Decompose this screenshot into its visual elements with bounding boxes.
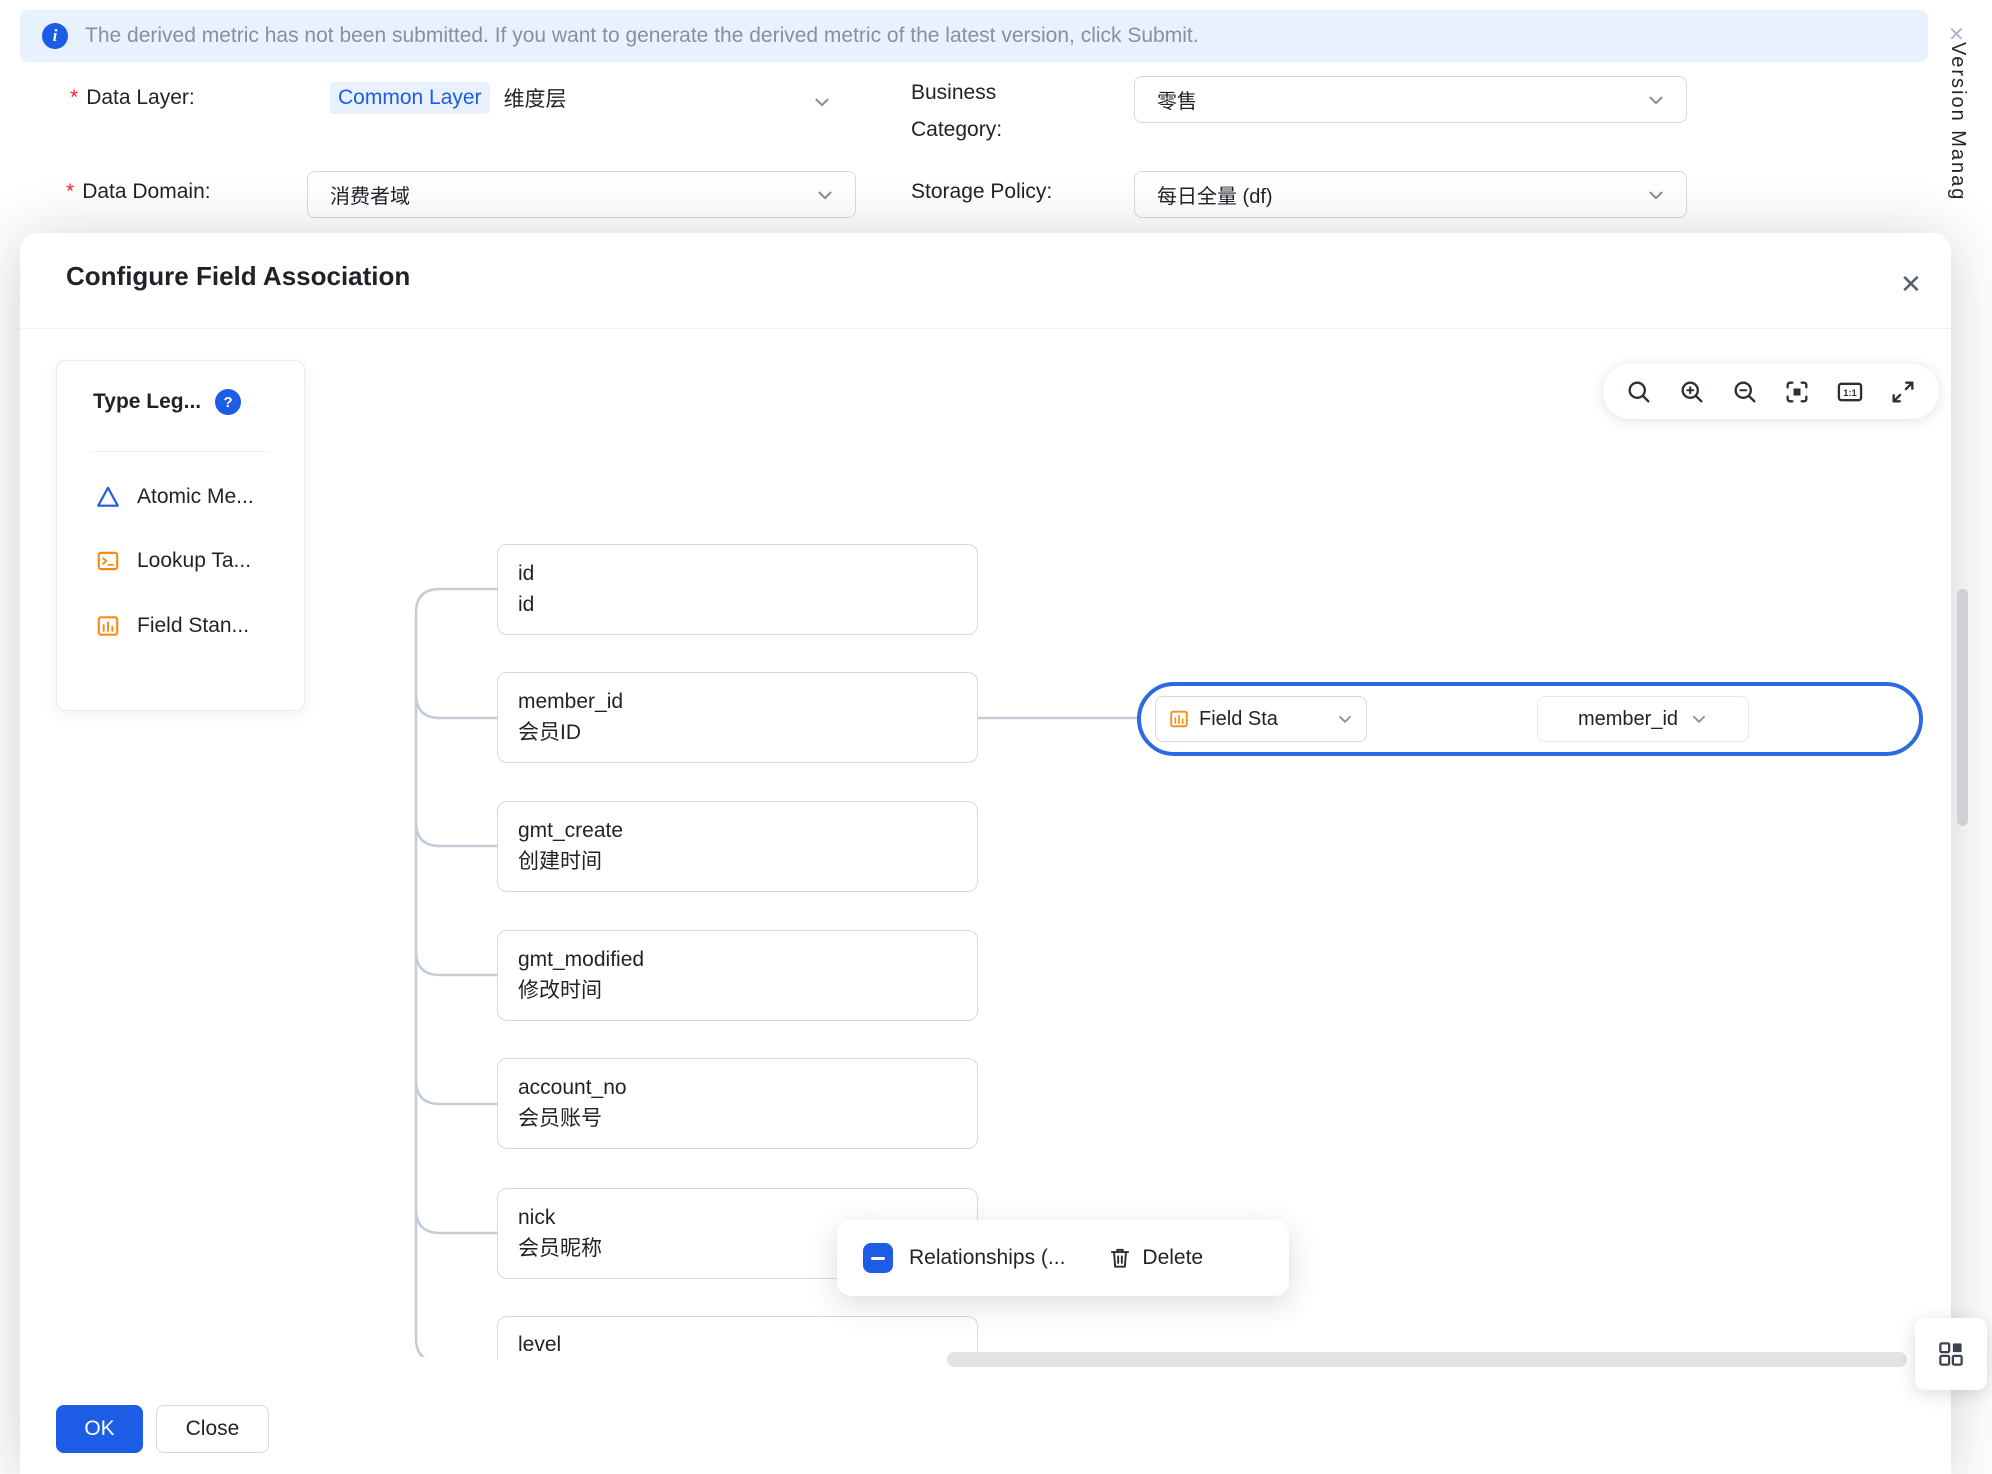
data-layer-value-suffix: 维度层: [504, 83, 567, 113]
field-name: id: [518, 558, 957, 589]
ok-button[interactable]: OK: [56, 1405, 143, 1453]
field-name: member_id: [518, 686, 957, 717]
required-mark: *: [66, 180, 74, 203]
chevron-down-icon: [1690, 710, 1708, 728]
minimap-toggle-button[interactable]: [1915, 1318, 1987, 1390]
data-layer-select[interactable]: Common Layer 维度层: [330, 82, 567, 114]
field-node-id[interactable]: id id: [497, 544, 978, 635]
svg-text:1:1: 1:1: [1843, 388, 1856, 398]
canvas-toolbar: 1:1: [1603, 364, 1939, 419]
field-node-gmt-create[interactable]: gmt_create 创建时间: [497, 801, 978, 892]
actual-size-icon[interactable]: 1:1: [1833, 375, 1867, 409]
horizontal-scrollbar[interactable]: [947, 1352, 1907, 1367]
vertical-scrollbar[interactable]: [1957, 589, 1968, 826]
field-name: gmt_create: [518, 815, 957, 846]
business-category-label: Business Category:: [911, 74, 1002, 148]
association-field-select[interactable]: member_id: [1537, 696, 1749, 742]
relationship-label: Relationships (...: [909, 1246, 1065, 1270]
field-node-level[interactable]: level: [497, 1316, 978, 1360]
field-standard-icon: [1168, 708, 1190, 730]
field-label: 创建时间: [518, 846, 957, 877]
info-icon: i: [42, 23, 68, 49]
field-name: level: [518, 1329, 957, 1360]
data-layer-label: *Data Layer:: [70, 86, 195, 110]
field-node-account-no[interactable]: account_no 会员账号: [497, 1058, 978, 1149]
chevron-down-icon: [1336, 710, 1354, 728]
field-label: 修改时间: [518, 975, 957, 1006]
data-domain-select[interactable]: 消费者域: [307, 171, 856, 218]
close-button[interactable]: Close: [156, 1405, 269, 1453]
version-management-tab[interactable]: Version Manag: [1946, 42, 1969, 201]
field-label: id: [518, 589, 957, 620]
chevron-down-icon: [812, 92, 832, 112]
chevron-down-icon: [1646, 185, 1666, 205]
association-type-select[interactable]: Field Sta: [1155, 696, 1367, 742]
required-mark: *: [70, 86, 78, 109]
data-domain-label: *Data Domain:: [66, 180, 211, 204]
field-node-gmt-modified[interactable]: gmt_modified 修改时间: [497, 930, 978, 1021]
zoom-out-icon[interactable]: [1728, 375, 1762, 409]
fullscreen-icon[interactable]: [1886, 375, 1920, 409]
delete-button[interactable]: Delete: [1107, 1245, 1203, 1271]
chevron-down-icon: [815, 185, 835, 205]
field-node-member-id[interactable]: member_id 会员ID: [497, 672, 978, 763]
page: i The derived metric has not been submit…: [0, 0, 1992, 1474]
banner-message: The derived metric has not been submitte…: [85, 24, 1199, 48]
grid-icon: [1936, 1339, 1966, 1369]
field-label: 会员账号: [518, 1103, 957, 1134]
fit-view-icon[interactable]: [1780, 375, 1814, 409]
info-banner: i The derived metric has not been submit…: [20, 10, 1928, 62]
configure-field-association-modal: Configure Field Association ✕ Type Leg..…: [20, 233, 1951, 1474]
relationship-popup: Relationships (... Delete: [837, 1220, 1289, 1296]
business-category-select[interactable]: 零售: [1134, 76, 1687, 123]
storage-policy-label: Storage Policy:: [911, 180, 1052, 204]
chevron-down-icon: [1646, 90, 1666, 110]
field-name: gmt_modified: [518, 944, 957, 975]
search-icon[interactable]: [1622, 375, 1656, 409]
field-name: account_no: [518, 1072, 957, 1103]
data-layer-value-chip: Common Layer: [330, 82, 490, 114]
association-node[interactable]: Field Sta member_id: [1137, 682, 1923, 756]
zoom-in-icon[interactable]: [1675, 375, 1709, 409]
collapse-relationship-icon[interactable]: [863, 1243, 893, 1273]
field-label: 会员ID: [518, 717, 957, 748]
trash-icon: [1107, 1245, 1133, 1271]
field-node-level-clip: level: [497, 1316, 978, 1360]
storage-policy-select[interactable]: 每日全量 (df): [1134, 171, 1687, 218]
